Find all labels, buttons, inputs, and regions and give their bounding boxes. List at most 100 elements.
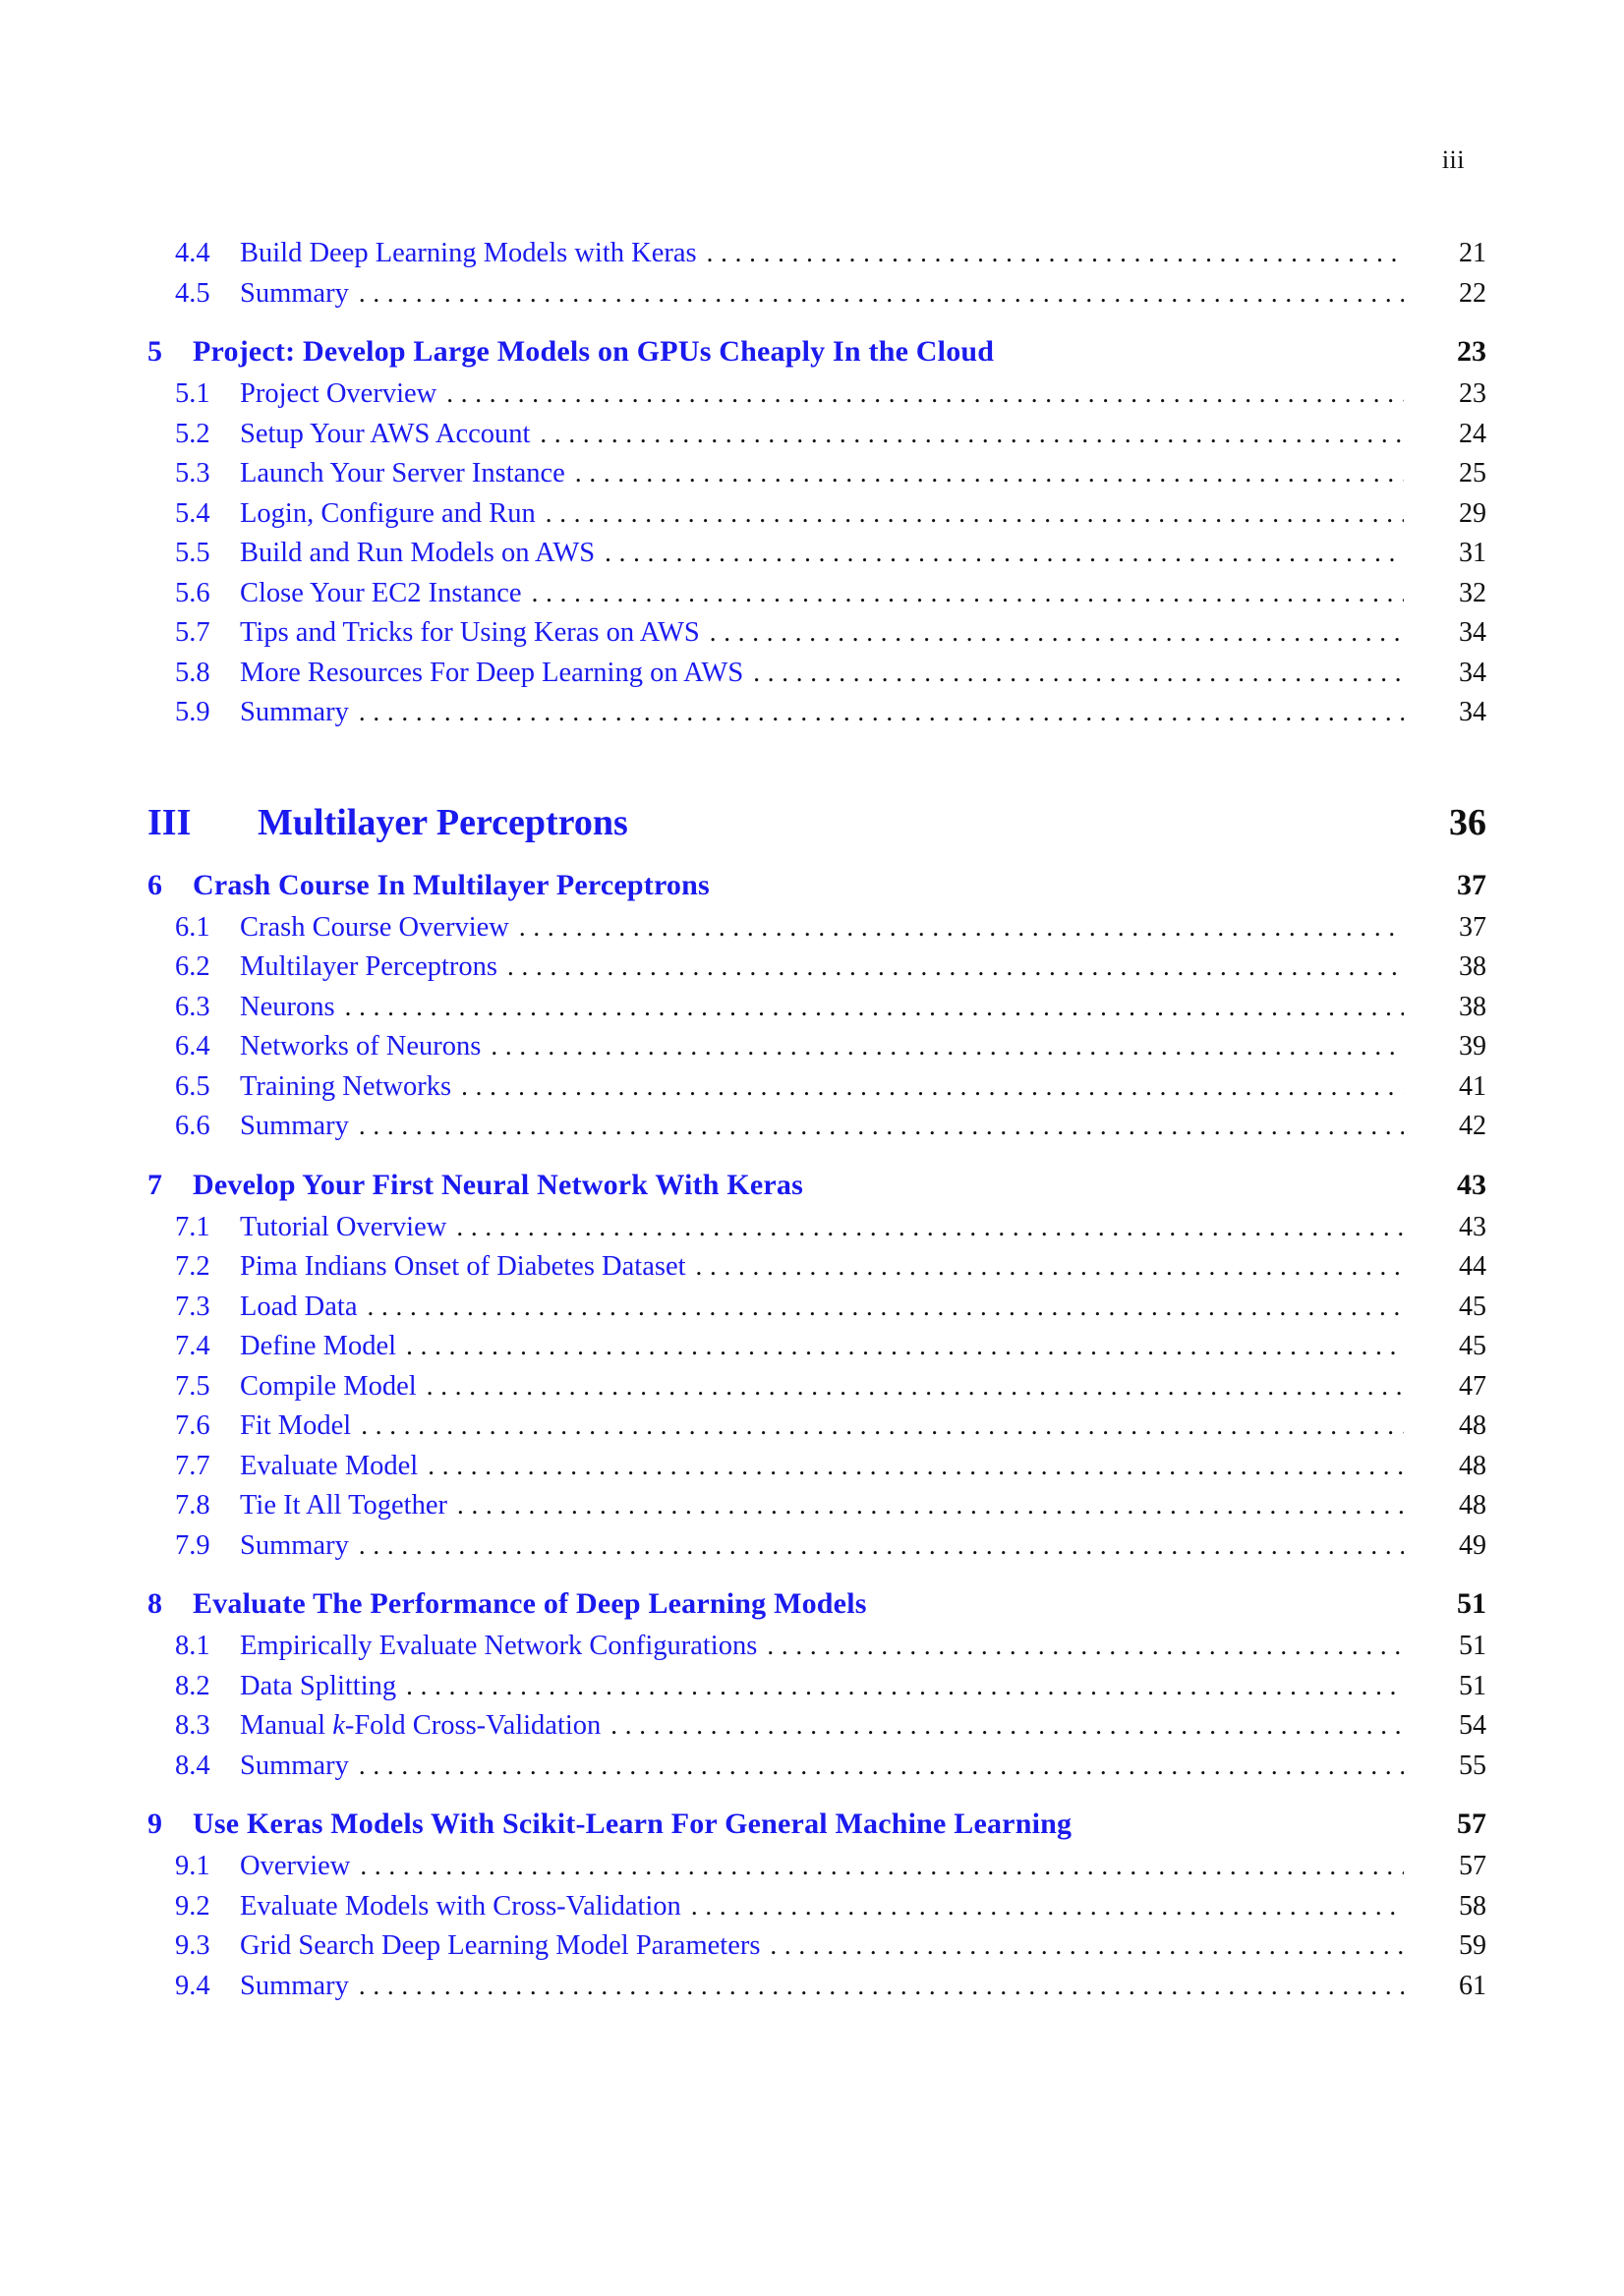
toc-dot-leader bbox=[605, 540, 1404, 566]
toc-entry-title: Tips and Tricks for Using Keras on AWS bbox=[240, 617, 700, 648]
toc-section-row[interactable]: 7.8 Tie It All Together 48 bbox=[147, 1490, 1486, 1521]
toc-section-row[interactable]: 5.2 Setup Your AWS Account 24 bbox=[147, 418, 1486, 449]
toc-entry-page-number: 24 bbox=[1459, 418, 1486, 449]
toc-section-row[interactable]: 7.9 Summary 49 bbox=[147, 1529, 1486, 1561]
toc-section-row[interactable]: 5.4 Login, Configure and Run 29 bbox=[147, 497, 1486, 529]
toc-entry-number: 6 bbox=[147, 868, 162, 901]
toc-entry-number: 6.6 bbox=[175, 1111, 210, 1141]
toc-section-row[interactable]: 5.6 Close Your EC2 Instance 32 bbox=[147, 579, 1486, 608]
toc-entry-title: Training Networks bbox=[240, 1070, 452, 1102]
toc-chapter-row[interactable]: 8 Evaluate The Performance of Deep Learni… bbox=[147, 1589, 1486, 1619]
toc-section-row[interactable]: 5.8 More Resources For Deep Learning on A… bbox=[147, 657, 1486, 688]
toc-entry-title: Tie It All Together bbox=[240, 1490, 447, 1521]
toc-entry-number: 5.8 bbox=[175, 657, 210, 688]
toc-section-row[interactable]: 7.1 Tutorial Overview 43 bbox=[147, 1213, 1486, 1242]
toc-dot-leader bbox=[359, 699, 1404, 725]
toc-entry-number: 5.3 bbox=[175, 458, 210, 488]
toc-section-row[interactable]: 9.3 Grid Search Deep Learning Model Param… bbox=[147, 1930, 1486, 1961]
toc-entry-title: Load Data bbox=[240, 1291, 358, 1322]
toc-entry-page-number: 48 bbox=[1459, 1410, 1486, 1441]
toc-entry-number: 9.2 bbox=[175, 1890, 210, 1922]
toc-section-row[interactable]: 6.4 Networks of Neurons 39 bbox=[147, 1031, 1486, 1062]
toc-entry-title: Crash Course Overview bbox=[240, 911, 509, 943]
toc-entry-page-number: 42 bbox=[1459, 1111, 1486, 1141]
toc-dot-leader bbox=[696, 1253, 1404, 1280]
toc-part-row[interactable]: III Multilayer Perceptrons 36 bbox=[147, 804, 1486, 841]
toc-entry-title: Project: Develop Large Models on GPUs Ch… bbox=[193, 335, 995, 368]
toc-entry-page-number: 23 bbox=[1457, 335, 1486, 368]
toc-entry-title: Multilayer Perceptrons bbox=[240, 951, 497, 982]
toc-chapter-row[interactable]: 7 Develop Your First Neural Network With … bbox=[147, 1170, 1486, 1200]
toc-entry-page-number: 34 bbox=[1459, 697, 1486, 727]
toc-section-row[interactable]: 8.2 Data Splitting 51 bbox=[147, 1670, 1486, 1701]
toc-entry-number: 5.5 bbox=[175, 538, 210, 568]
toc-entry-number: 9.3 bbox=[175, 1930, 210, 1961]
toc-section-row[interactable]: 7.4 Define Model 45 bbox=[147, 1331, 1486, 1361]
toc-entry-title: Networks of Neurons bbox=[240, 1031, 482, 1062]
toc-entry-number: 9.4 bbox=[175, 1970, 210, 2001]
toc-entry-number: 6.5 bbox=[175, 1070, 210, 1102]
toc-entry-number: 7.2 bbox=[175, 1251, 210, 1282]
toc-entry-number: 4.4 bbox=[175, 238, 210, 268]
toc-section-row[interactable]: 5.1 Project Overview 23 bbox=[147, 379, 1486, 409]
toc-chapter-row[interactable]: 6 Crash Course In Multilayer Perceptrons 3… bbox=[147, 868, 1486, 901]
toc-section-row[interactable]: 9.4 Summary 61 bbox=[147, 1970, 1486, 2001]
table-of-contents: 4.4 Build Deep Learning Models with Keras… bbox=[147, 228, 1486, 2000]
toc-section-row[interactable]: 8.1 Empirically Evaluate Network Configur… bbox=[147, 1632, 1486, 1661]
toc-entry-page-number: 45 bbox=[1459, 1331, 1486, 1361]
toc-entry-title: Evaluate Model bbox=[240, 1450, 419, 1481]
toc-section-row[interactable]: 6.1 Crash Course Overview 37 bbox=[147, 911, 1486, 943]
toc-section-row[interactable]: 7.3 Load Data 45 bbox=[147, 1291, 1486, 1322]
toc-entry-title: Compile Model bbox=[240, 1370, 417, 1402]
toc-dot-leader bbox=[406, 1333, 1404, 1359]
toc-dot-leader bbox=[710, 619, 1404, 646]
toc-section-row[interactable]: 7.5 Compile Model 47 bbox=[147, 1370, 1486, 1402]
toc-dot-leader bbox=[427, 1373, 1404, 1400]
toc-section-row[interactable]: 7.6 Fit Model 48 bbox=[147, 1410, 1486, 1441]
toc-dot-leader bbox=[367, 1293, 1404, 1320]
toc-section-row[interactable]: 5.5 Build and Run Models on AWS 31 bbox=[147, 538, 1486, 568]
toc-entry-number: 5.4 bbox=[175, 497, 210, 529]
toc-chapter-row[interactable]: 9 Use Keras Models With Scikit-Learn For … bbox=[147, 1809, 1486, 1839]
toc-entry-page-number: 22 bbox=[1459, 277, 1486, 309]
toc-section-row[interactable]: 9.1 Overview 57 bbox=[147, 1851, 1486, 1881]
toc-entry-title: Summary bbox=[240, 1111, 349, 1141]
toc-section-row[interactable]: 7.7 Evaluate Model 48 bbox=[147, 1450, 1486, 1481]
toc-section-row[interactable]: 5.7 Tips and Tricks for Using Keras on AW… bbox=[147, 617, 1486, 648]
toc-entry-page-number: 37 bbox=[1459, 911, 1486, 943]
toc-section-row[interactable]: 5.3 Launch Your Server Instance 25 bbox=[147, 458, 1486, 488]
toc-entry-page-number: 57 bbox=[1459, 1851, 1486, 1881]
page-folio: iii bbox=[1441, 145, 1465, 174]
toc-section-row[interactable]: 7.2 Pima Indians Onset of Diabetes Datase… bbox=[147, 1251, 1486, 1282]
toc-section-row[interactable]: 6.5 Training Networks 41 bbox=[147, 1070, 1486, 1102]
toc-entry-title: Multilayer Perceptrons bbox=[258, 801, 628, 843]
toc-entry-number: 6.2 bbox=[175, 951, 210, 982]
toc-entry-page-number: 58 bbox=[1459, 1890, 1486, 1922]
toc-entry-title: Crash Course In Multilayer Perceptrons bbox=[193, 868, 710, 901]
toc-section-row[interactable]: 6.2 Multilayer Perceptrons 38 bbox=[147, 951, 1486, 982]
toc-entry-number: 6.4 bbox=[175, 1031, 210, 1062]
toc-section-row[interactable]: 6.6 Summary 42 bbox=[147, 1111, 1486, 1141]
toc-section-row[interactable]: 8.4 Summary 55 bbox=[147, 1750, 1486, 1781]
toc-section-row[interactable]: 8.3 Manual k-Fold Cross-Validation 54 bbox=[147, 1711, 1486, 1741]
toc-entry-title: Summary bbox=[240, 1529, 349, 1561]
toc-entry-page-number: 55 bbox=[1459, 1750, 1486, 1781]
toc-section-row[interactable]: 4.5 Summary 22 bbox=[147, 277, 1486, 309]
toc-section-row[interactable]: 6.3 Neurons 38 bbox=[147, 993, 1486, 1022]
toc-entry-number: 9.1 bbox=[175, 1851, 210, 1881]
toc-entry-number: 7.5 bbox=[175, 1370, 210, 1402]
toc-entry-page-number: 45 bbox=[1459, 1291, 1486, 1322]
toc-entry-title: Data Splitting bbox=[240, 1670, 397, 1701]
toc-dot-leader bbox=[507, 953, 1404, 980]
toc-dot-leader bbox=[691, 1893, 1404, 1920]
toc-chapter-row[interactable]: 5 Project: Develop Large Models on GPUs C… bbox=[147, 337, 1486, 367]
toc-entry-page-number: 61 bbox=[1459, 1970, 1486, 2001]
toc-section-row[interactable]: 4.4 Build Deep Learning Models with Keras… bbox=[147, 238, 1486, 268]
toc-entry-page-number: 37 bbox=[1457, 868, 1486, 901]
toc-entry-number: 8 bbox=[147, 1587, 162, 1620]
toc-dot-leader bbox=[359, 1532, 1404, 1559]
toc-entry-title: Build Deep Learning Models with Keras bbox=[240, 238, 697, 268]
toc-entry-title: Setup Your AWS Account bbox=[240, 418, 531, 449]
toc-section-row[interactable]: 5.9 Summary 34 bbox=[147, 697, 1486, 727]
toc-section-row[interactable]: 9.2 Evaluate Models with Cross-Validation… bbox=[147, 1890, 1486, 1922]
